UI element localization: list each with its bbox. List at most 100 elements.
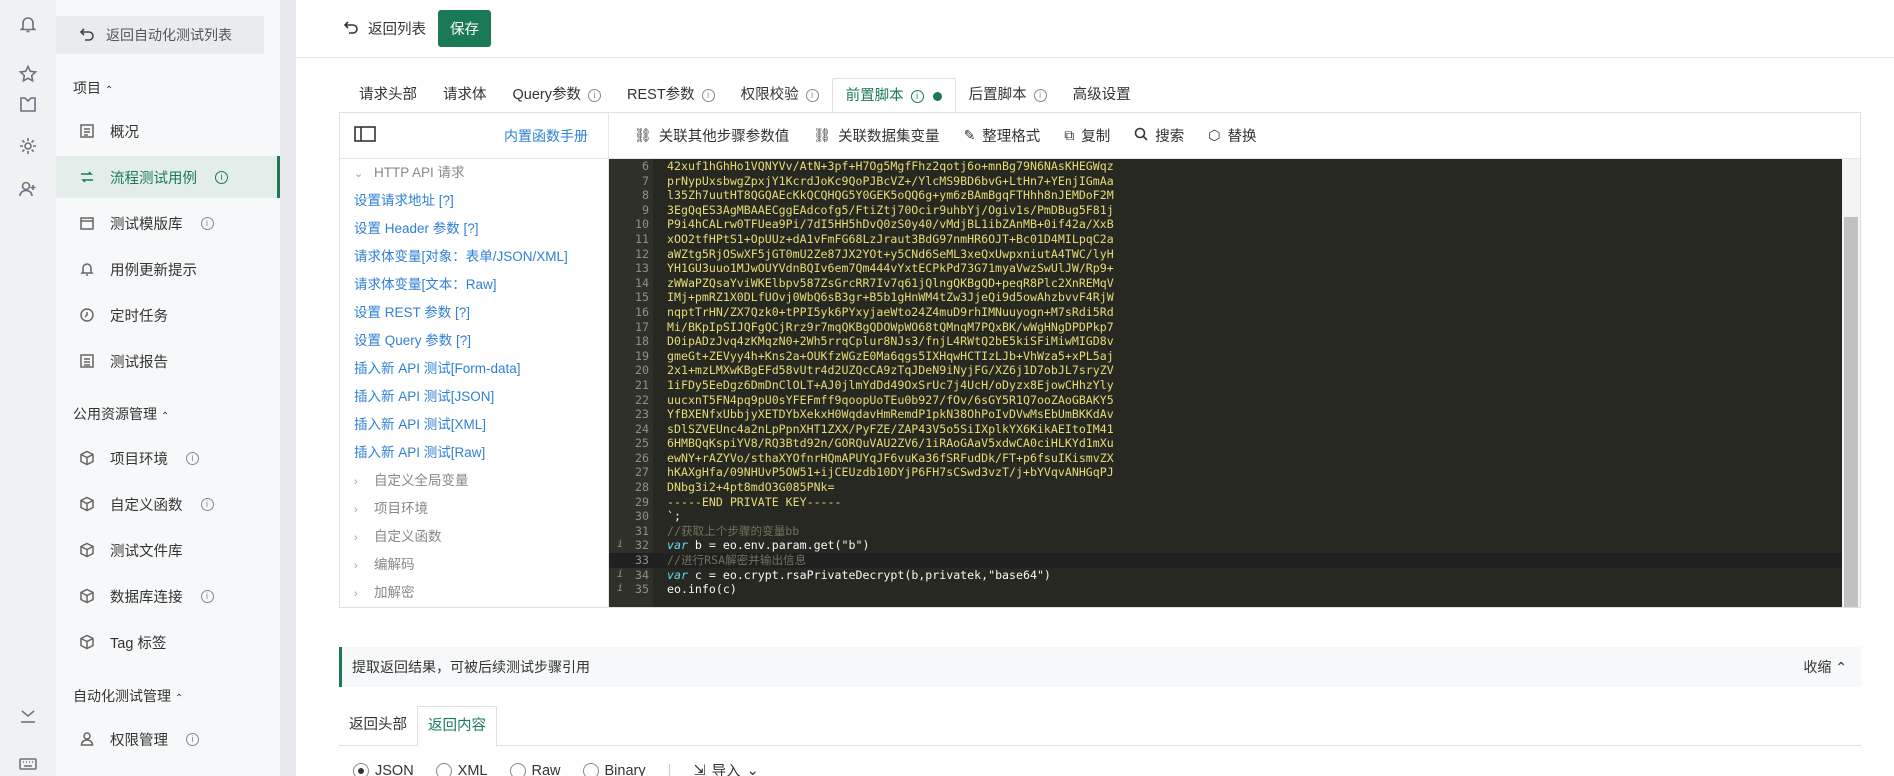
editor-toolbar: ⛓ 关联其他步骤参数值 ⛓ 关联数据集变量 ✎ 整理格式 ⧉ 复制 搜索 ⬡ 替换 bbox=[609, 113, 1860, 159]
replace-button[interactable]: ⬡ 替换 bbox=[1208, 125, 1256, 146]
sidebar-item-test-files[interactable]: 测试文件库 bbox=[56, 529, 280, 571]
tree-snippet[interactable]: 插入新 API 测试[Form-data] bbox=[340, 355, 608, 383]
tab-pre-script[interactable]: 前置脚本 i bbox=[831, 78, 956, 114]
code-text: P9i4hCALrw0TFUea9Pi/7dI5HH5hDvQ0zS0y40/v… bbox=[667, 217, 1114, 232]
tab-rest-params[interactable]: REST参数 i bbox=[614, 78, 728, 112]
tab-auth[interactable]: 权限校验 i bbox=[728, 78, 832, 112]
tab-request-body[interactable]: 请求体 bbox=[430, 78, 500, 112]
tab-response-headers[interactable]: 返回头部 bbox=[339, 706, 417, 745]
tree-group-global-vars[interactable]: › 自定义全局变量 bbox=[340, 467, 608, 495]
gear-icon[interactable] bbox=[16, 134, 40, 158]
sidebar-item-flow-test-cases[interactable]: 流程测试用例 i bbox=[56, 156, 280, 198]
sidebar-item-scheduled-tasks[interactable]: 定时任务 bbox=[56, 294, 280, 336]
sidebar-item-tags[interactable]: Tag 标签 bbox=[56, 621, 280, 663]
tree-snippet[interactable]: 插入新 API 测试[Raw] bbox=[340, 439, 608, 467]
snippet-tree: ⌄ HTTP API 请求 设置请求地址 [?] 设置 Header 参数 [?]… bbox=[340, 159, 609, 607]
collapse-button[interactable]: 收缩 ⌃ bbox=[1803, 657, 1847, 677]
sidebar-item-overview[interactable]: 概况 bbox=[56, 110, 280, 152]
tab-request-headers[interactable]: 请求头部 bbox=[346, 78, 430, 112]
tree-snippet[interactable]: 设置 Header 参数 [?] bbox=[340, 215, 608, 243]
scrollbar-thumb[interactable] bbox=[1844, 217, 1858, 607]
search-button[interactable]: 搜索 bbox=[1134, 125, 1184, 146]
radio-xml[interactable]: XML bbox=[435, 762, 488, 776]
tab-query-params[interactable]: Query参数 i bbox=[500, 78, 615, 112]
link-dataset-vars-button[interactable]: ⛓ 关联数据集变量 bbox=[813, 125, 939, 146]
code-line: 26 ewNY+rAZYVo/sthaXYOfnrHQmAPUYqJF6vuKa3… bbox=[609, 451, 1842, 466]
sidebar-item-template-library[interactable]: 测试模版库 i bbox=[56, 202, 280, 244]
editor-scrollbar[interactable] bbox=[1842, 159, 1860, 607]
line-number: 9 bbox=[642, 202, 649, 217]
sidebar-toggle-icon[interactable] bbox=[354, 126, 376, 145]
tree-snippet[interactable]: 设置 REST 参数 [?] bbox=[340, 299, 608, 327]
copy-button[interactable]: ⧉ 复制 bbox=[1064, 125, 1110, 146]
star-icon[interactable] bbox=[16, 62, 40, 86]
save-button[interactable]: 保存 bbox=[438, 10, 491, 47]
tree-group-custom-functions[interactable]: › 自定义函数 bbox=[340, 523, 608, 551]
code-text: gmeGt+ZEVyy4h+Kns2a+OUKfzWGzE0Ma6qgs5IXH… bbox=[667, 348, 1114, 363]
radio-raw[interactable]: Raw bbox=[509, 762, 561, 776]
code-text: aWZtg5RjOSwXF5jGT0mU2Ze87JX2YOt+y5CNd6Se… bbox=[667, 246, 1114, 261]
tree-group-project-env[interactable]: › 项目环境 bbox=[340, 495, 608, 523]
info-icon: i bbox=[215, 170, 228, 184]
sidebar-item-test-reports[interactable]: 测试报告 bbox=[56, 340, 280, 382]
sidebar-item-custom-functions[interactable]: 自定义函数 i bbox=[56, 483, 280, 525]
code-line: 14 zWWaPZQsaYviWKElbpv587ZsGrcRR7Iv7q61jQ… bbox=[609, 276, 1842, 291]
back-button[interactable]: 返回列表 bbox=[342, 18, 426, 40]
code-line: 9 3EgQqES3AgMBAAECggEAdcofg5/FtiZtj70Ocir… bbox=[609, 203, 1842, 218]
snippet-header: 内置函数手册 bbox=[340, 113, 609, 159]
tree-snippet[interactable]: 插入新 API 测试[JSON] bbox=[340, 383, 608, 411]
tree-group-http-api[interactable]: ⌄ HTTP API 请求 bbox=[340, 159, 608, 187]
tab-post-script[interactable]: 后置脚本 i bbox=[956, 78, 1060, 112]
tree-group-crypto[interactable]: › 加解密 bbox=[340, 579, 608, 607]
code-line: 16 nqptTrHN/ZX7Qzk0+tPPI5yk6PYxyjaeWto24Z… bbox=[609, 305, 1842, 320]
main-content: 返回列表 保存 请求头部 请求体 Query参数 i REST参数 i 权限校验 i … bbox=[296, 0, 1894, 776]
sidebar-item-label: 定时任务 bbox=[110, 308, 168, 325]
import-button[interactable]: ⇲ 导入 ⌄ bbox=[693, 760, 758, 776]
code-line: 23 YfBXENfxUbbjyXETDYbXekxH0WqdavHmRemdP1… bbox=[609, 407, 1842, 422]
sidebar-item-db-connections[interactable]: 数据库连接 i bbox=[56, 575, 280, 617]
chevron-up-icon: ⌃ bbox=[1835, 659, 1847, 675]
code-lines: 6 42xuf1hGhHo1VQNYVv/AtN+3pf+H7Og5MgfFhz2… bbox=[609, 159, 1842, 597]
code-text: uucxnT5FN4pq9pU0sYFEFmff9qoopUoTEu0b927/… bbox=[667, 392, 1114, 407]
nav-group-shared-resources[interactable]: 公用资源管理 ⌃ bbox=[73, 404, 169, 424]
keyboard-icon[interactable] bbox=[16, 752, 40, 776]
code-editor[interactable]: 6 42xuf1hGhHo1VQNYVv/AtN+3pf+H7Og5MgfFhz2… bbox=[609, 159, 1842, 607]
collapse-icon[interactable] bbox=[16, 704, 40, 728]
sidebar-item-label: 测试模版库 bbox=[110, 216, 183, 233]
sidebar-item-label: 自定义函数 bbox=[110, 497, 183, 514]
shirt-icon[interactable] bbox=[16, 92, 40, 116]
tree-snippet[interactable]: 请求体变量[文本：Raw] bbox=[340, 271, 608, 299]
link-step-params-button[interactable]: ⛓ 关联其他步骤参数值 bbox=[634, 125, 789, 146]
sidebar-item-label: 流程测试用例 bbox=[110, 170, 197, 187]
format-button[interactable]: ✎ 整理格式 bbox=[964, 125, 1041, 146]
bell-icon[interactable] bbox=[16, 12, 40, 36]
add-user-icon[interactable] bbox=[16, 177, 40, 201]
tab-response-body[interactable]: 返回内容 bbox=[417, 706, 497, 747]
code-line: 28 DNbg3i2+4pt8mdO3G085PNk= bbox=[609, 480, 1842, 495]
nav-group-project[interactable]: 项目 ⌃ bbox=[73, 78, 113, 98]
tree-snippet[interactable]: 请求体变量[对象：表单/JSON/XML] bbox=[340, 243, 608, 271]
back-to-list-button[interactable]: 返回自动化测试列表 bbox=[56, 16, 264, 54]
code-text: eo.info(c) bbox=[667, 582, 737, 597]
tree-snippet[interactable]: 设置请求地址 [?] bbox=[340, 187, 608, 215]
line-number: 24 bbox=[635, 421, 649, 436]
sidebar-item-case-update-alerts[interactable]: 用例更新提示 bbox=[56, 248, 280, 290]
code-line: 7 prNypUxsbwgZpxjY1KcrdJoKc9QoPJBcVZ+/Ylc… bbox=[609, 174, 1842, 189]
tab-advanced-settings[interactable]: 高级设置 bbox=[1060, 78, 1144, 112]
sidebar-item-permissions[interactable]: 权限管理 i bbox=[56, 718, 280, 760]
code-line: 22 uucxnT5FN4pq9pU0sYFEFmff9qoopUoTEu0b92… bbox=[609, 393, 1842, 408]
builtin-functions-manual-link[interactable]: 内置函数手册 bbox=[504, 126, 588, 146]
tree-snippet[interactable]: 插入新 API 测试[XML] bbox=[340, 411, 608, 439]
format-radios: JSON XML Raw Binary | ⇲ 导入 ⌄ bbox=[353, 760, 759, 776]
radio-json[interactable]: JSON bbox=[353, 762, 414, 776]
line-number: 16 bbox=[635, 304, 649, 319]
sidebar-item-label: 权限管理 bbox=[110, 732, 168, 749]
radio-binary[interactable]: Binary bbox=[582, 762, 646, 776]
nav-group-automation-admin[interactable]: 自动化测试管理 ⌃ bbox=[73, 686, 183, 706]
chevron-right-icon: › bbox=[354, 532, 358, 544]
tree-snippet[interactable]: 设置 Query 参数 [?] bbox=[340, 327, 608, 355]
user-icon bbox=[78, 730, 96, 748]
tree-group-encoding[interactable]: › 编解码 bbox=[340, 551, 608, 579]
sidebar-item-project-env[interactable]: 项目环境 i bbox=[56, 437, 280, 479]
info-icon: i bbox=[588, 88, 601, 102]
